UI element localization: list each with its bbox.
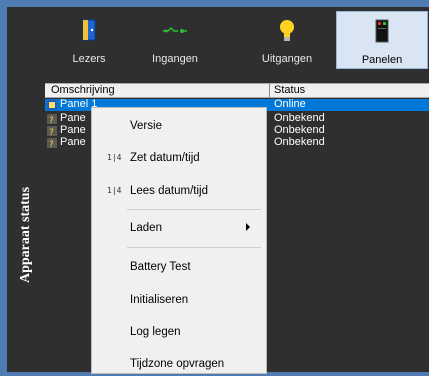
sidebar: Apparaat status: [7, 7, 45, 372]
submenu-arrow-icon: [246, 223, 250, 231]
context-menu: Versie 1|4 Zet datum/tijd 1|4 Lees datum…: [91, 107, 267, 374]
panel-icon: [375, 19, 389, 46]
menu-item-label: Lees datum/tijd: [130, 185, 208, 197]
menu-item-label: Battery Test: [130, 261, 191, 273]
menu-item-battery-test[interactable]: Battery Test: [92, 257, 266, 279]
menu-separator: [127, 209, 261, 210]
panel-name: Pane: [60, 112, 86, 124]
panel-status: Onbekend: [274, 136, 325, 148]
toolbar-button-panelen[interactable]: Panelen: [336, 11, 428, 69]
unknown-panel-icon: ?: [47, 138, 57, 150]
toolbar: Lezers Ingangen Uitgangen Panelen: [45, 7, 429, 69]
menu-item-versie[interactable]: Versie: [92, 116, 266, 138]
toolbar-label: Panelen: [361, 54, 403, 66]
unknown-panel-icon: ?: [47, 126, 57, 138]
toolbar-button-ingangen[interactable]: Ingangen: [134, 12, 216, 67]
clock-read-icon: 1|4: [107, 186, 122, 195]
menu-item-label: Versie: [130, 120, 162, 132]
toolbar-label: Uitgangen: [261, 53, 313, 65]
toolbar-label: Ingangen: [152, 53, 198, 65]
lightbulb-icon: [279, 19, 295, 46]
toolbar-button-uitgangen[interactable]: Uitgangen: [246, 12, 328, 67]
inputs-icon: [162, 25, 188, 38]
panel-status: Onbekend: [274, 112, 325, 124]
toolbar-label: Lezers: [72, 53, 106, 65]
column-divider[interactable]: [269, 84, 270, 97]
menu-item-initialiseren[interactable]: Initialiseren: [92, 290, 266, 312]
door-icon: [82, 19, 96, 44]
toolbar-button-lezers[interactable]: Lezers: [48, 12, 130, 67]
menu-item-label: Zet datum/tijd: [130, 152, 200, 164]
panel-name: Pane: [60, 136, 86, 148]
panel-name: Pane: [60, 124, 86, 136]
sidebar-title: Apparaat status: [18, 186, 33, 284]
menu-item-laden[interactable]: Laden: [92, 218, 266, 240]
grid-header: Omschrijving Status: [45, 83, 429, 98]
menu-item-label: Laden: [130, 222, 162, 234]
menu-item-label: Initialiseren: [130, 294, 189, 306]
menu-separator: [127, 247, 261, 248]
menu-item-log-legen[interactable]: Log legen: [92, 322, 266, 344]
svg-text:?: ?: [49, 116, 54, 124]
clock-set-icon: 1|4: [107, 153, 122, 162]
column-header-omschrijving[interactable]: Omschrijving: [51, 84, 115, 96]
menu-item-tijdzone-opvragen[interactable]: Tijdzone opvragen: [92, 354, 266, 376]
menu-item-label: Log legen: [130, 326, 181, 338]
column-header-status[interactable]: Status: [274, 84, 305, 96]
svg-text:?: ?: [49, 140, 54, 148]
menu-item-zet-datum-tijd[interactable]: 1|4 Zet datum/tijd: [92, 148, 266, 170]
panel-status: Online: [274, 98, 306, 110]
menu-item-label: Tijdzone opvragen: [130, 358, 225, 370]
unknown-panel-icon: ?: [47, 114, 57, 126]
panel-status-icon: [47, 100, 57, 110]
svg-text:?: ?: [49, 128, 54, 136]
menu-item-lees-datum-tijd[interactable]: 1|4 Lees datum/tijd: [92, 181, 266, 203]
panel-status: Onbekend: [274, 124, 325, 136]
